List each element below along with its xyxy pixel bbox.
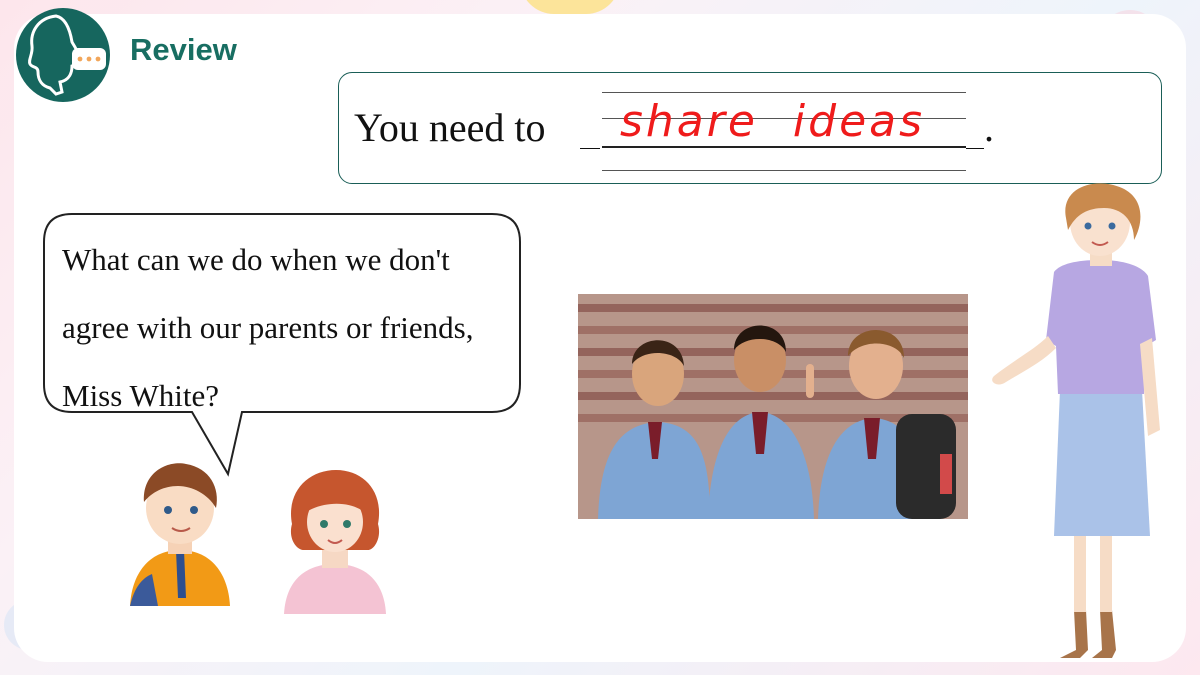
blank-underline	[966, 148, 984, 149]
teacher-character	[992, 183, 1160, 658]
speech-bubble-text: What can we do when we don't agree with …	[62, 226, 512, 430]
students-photo	[578, 294, 968, 519]
answer-text: share ideas	[620, 96, 926, 147]
speech-line: agree with our parents or friends,	[62, 310, 474, 345]
speech-line: Miss White?	[62, 378, 219, 413]
review-logo	[16, 8, 110, 102]
boy-character	[130, 463, 230, 606]
girl-character	[284, 470, 386, 614]
blank-underline	[580, 148, 600, 149]
speaker-head-icon	[28, 14, 106, 96]
sentence-ending: .	[984, 105, 994, 150]
sentence-start: You need to	[354, 105, 546, 150]
top-decoration	[520, 0, 620, 14]
speech-line: What can we do when we don't	[62, 242, 450, 277]
page-title: Review	[130, 32, 237, 67]
